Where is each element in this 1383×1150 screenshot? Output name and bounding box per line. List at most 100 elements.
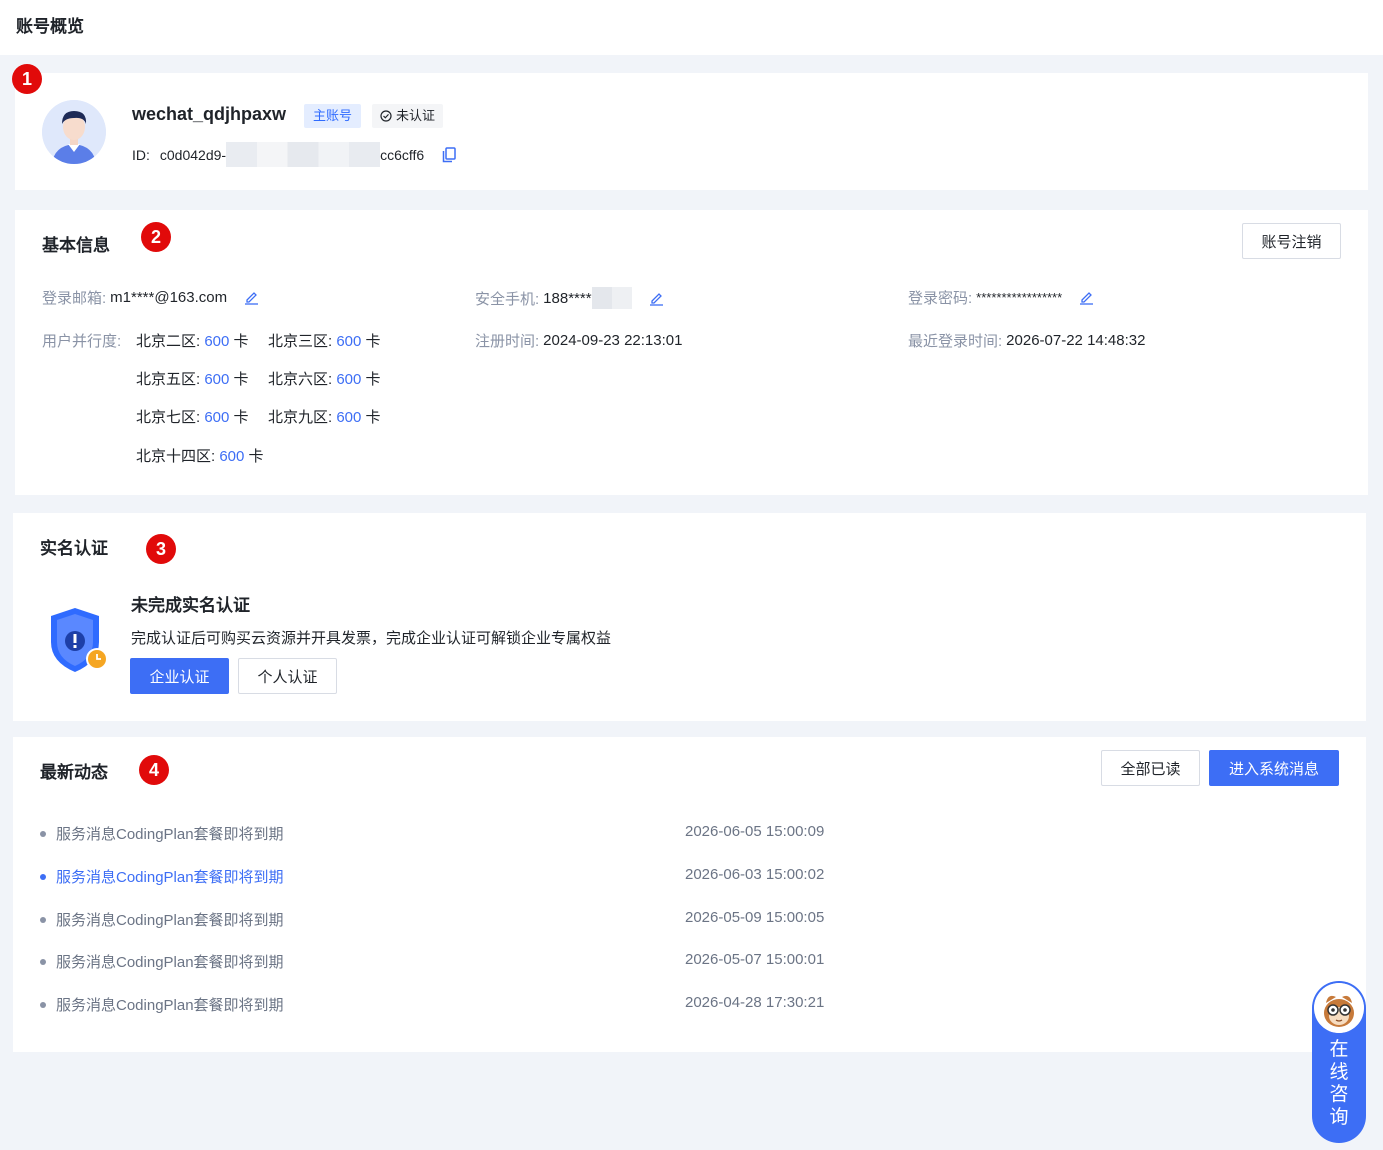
zone-item: 北京七区: 600 卡 — [136, 406, 249, 427]
marker-1: 1 — [12, 64, 42, 94]
login-email-label: 登录邮箱: — [42, 290, 107, 307]
last-login-label: 最近登录时间: — [908, 333, 1003, 350]
zone-item: 北京十四区: 600 卡 — [136, 445, 264, 466]
news-item-text[interactable]: 服务消息CodingPlan套餐即将到期 — [56, 994, 284, 1015]
id-label: ID: — [132, 146, 150, 163]
news-title: 最新动态 — [40, 763, 108, 782]
news-item-text[interactable]: 服务消息CodingPlan套餐即将到期 — [56, 909, 284, 930]
last-login-value: 2026-07-22 14:48:32 — [1006, 332, 1146, 349]
zone-name: 北京九区: — [268, 409, 333, 426]
edit-email-icon[interactable] — [244, 290, 259, 305]
zone-name: 北京六区: — [268, 371, 333, 388]
account-id: ID: c0d042d9- cc6cff6 — [132, 142, 456, 167]
mark-all-read-button[interactable]: 全部已读 — [1101, 750, 1200, 786]
edit-phone-icon[interactable] — [649, 291, 664, 306]
zone-unit: 卡 — [233, 409, 249, 426]
unverified-tag: 未认证 — [372, 104, 444, 128]
zone-name: 北京五区: — [136, 371, 201, 388]
basic-info-card: 基本信息 账号注销 登录邮箱: m1****@163.com 安全手机: 188… — [15, 210, 1368, 495]
basic-info-title: 基本信息 — [42, 236, 110, 255]
concurrency-field: 用户并行度: — [42, 330, 121, 351]
id-suffix: cc6cff6 — [380, 146, 425, 163]
news-item-time: 2026-04-28 17:30:21 — [685, 994, 825, 1011]
zone-unit: 卡 — [365, 371, 381, 388]
phone-redacted — [591, 287, 632, 309]
zone-unit: 卡 — [365, 409, 381, 426]
online-consult-label: 在线咨询 — [1329, 1039, 1349, 1128]
unverified-tag-label: 未认证 — [396, 108, 436, 123]
zone-count: 600 — [204, 371, 230, 388]
marker-4: 4 — [139, 755, 169, 785]
bullet-dot — [40, 830, 46, 837]
bullet-dot — [40, 958, 46, 965]
news-item-text[interactable]: 服务消息CodingPlan套餐即将到期 — [56, 866, 284, 887]
user-avatar-icon — [42, 100, 106, 164]
marker-2: 2 — [141, 222, 171, 252]
news-item-text[interactable]: 服务消息CodingPlan套餐即将到期 — [56, 823, 284, 844]
news-card: 最新动态 全部已读 进入系统消息 服务消息CodingPlan套餐即将到期 20… — [13, 737, 1366, 1052]
zone-count: 600 — [204, 409, 230, 426]
news-item[interactable]: 服务消息CodingPlan套餐即将到期 — [40, 823, 284, 844]
top-bar: 账号概览 — [0, 0, 1383, 55]
bullet-dot — [40, 916, 46, 923]
news-item[interactable]: 服务消息CodingPlan套餐即将到期 — [40, 994, 284, 1015]
register-time-field: 注册时间: 2024-09-23 22:13:01 — [475, 330, 682, 351]
news-item-text[interactable]: 服务消息CodingPlan套餐即将到期 — [56, 951, 284, 972]
mascot-icon — [1314, 983, 1364, 1033]
news-item-time: 2026-05-07 15:00:01 — [685, 951, 825, 968]
verification-title: 实名认证 — [40, 539, 108, 558]
zone-item: 北京三区: 600 卡 — [268, 330, 381, 351]
zone-item: 北京五区: 600 卡 — [136, 368, 249, 389]
avatar — [42, 100, 106, 164]
bullet-dot — [40, 1001, 46, 1008]
consult-mascot-icon — [1314, 983, 1364, 1033]
verification-description: 完成认证后可购买云资源并开具发票，完成企业认证可解锁企业专属权益 — [131, 630, 612, 647]
shield-warning-icon — [51, 608, 108, 672]
last-login-field: 最近登录时间: 2026-07-22 14:48:32 — [908, 330, 1145, 351]
zone-name: 北京三区: — [268, 333, 333, 350]
system-messages-button[interactable]: 进入系统消息 — [1209, 750, 1339, 786]
security-phone-field: 安全手机: 188**** — [475, 287, 664, 309]
zone-count: 600 — [204, 333, 230, 350]
id-redacted — [226, 142, 381, 167]
verification-card: 实名认证 未完成实名认证 完成认证后可购买云资源并开具发票，完成企业认证可解锁企… — [13, 513, 1366, 721]
verification-status-title: 未完成实名认证 — [131, 596, 250, 615]
zone-unit: 卡 — [248, 448, 264, 465]
zone-unit: 卡 — [233, 333, 249, 350]
zone-count: 600 — [336, 409, 362, 426]
zone-count: 600 — [219, 448, 245, 465]
register-time-label: 注册时间: — [475, 333, 540, 350]
zone-name: 北京七区: — [136, 409, 201, 426]
login-password-field: 登录密码: ***************** — [908, 287, 1094, 308]
login-email-field: 登录邮箱: m1****@163.com — [42, 287, 259, 308]
online-consult-button[interactable]: 在线咨询 — [1312, 981, 1366, 1143]
page-title: 账号概览 — [16, 17, 84, 36]
enterprise-verify-button[interactable]: 企业认证 — [130, 658, 229, 694]
cancel-account-button[interactable]: 账号注销 — [1242, 223, 1341, 259]
news-item[interactable]: 服务消息CodingPlan套餐即将到期 — [40, 866, 284, 887]
news-item-time: 2026-06-03 15:00:02 — [685, 866, 825, 883]
copy-icon[interactable] — [442, 146, 456, 163]
zone-unit: 卡 — [233, 371, 249, 388]
zone-count: 600 — [336, 333, 362, 350]
zone-item: 北京九区: 600 卡 — [268, 406, 381, 427]
zone-count: 600 — [336, 371, 362, 388]
zone-unit: 卡 — [365, 333, 381, 350]
bullet-dot — [40, 873, 46, 880]
main-account-tag: 主账号 — [304, 104, 362, 128]
news-item[interactable]: 服务消息CodingPlan套餐即将到期 — [40, 951, 284, 972]
news-item[interactable]: 服务消息CodingPlan套餐即将到期 — [40, 909, 284, 930]
personal-verify-button[interactable]: 个人认证 — [238, 658, 337, 694]
check-circle-icon — [380, 110, 392, 122]
login-password-label: 登录密码: — [908, 290, 973, 307]
id-prefix: c0d042d9- — [159, 146, 227, 163]
zone-name: 北京二区: — [136, 333, 201, 350]
edit-password-icon[interactable] — [1079, 290, 1094, 305]
marker-3: 3 — [146, 534, 176, 564]
register-time-value: 2024-09-23 22:13:01 — [543, 332, 683, 349]
news-item-time: 2026-05-09 15:00:05 — [685, 909, 825, 926]
login-email-value: m1****@163.com — [110, 289, 228, 306]
news-item-time: 2026-06-05 15:00:09 — [685, 823, 825, 840]
zone-name: 北京十四区: — [136, 448, 216, 465]
zone-item: 北京二区: 600 卡 — [136, 330, 249, 351]
